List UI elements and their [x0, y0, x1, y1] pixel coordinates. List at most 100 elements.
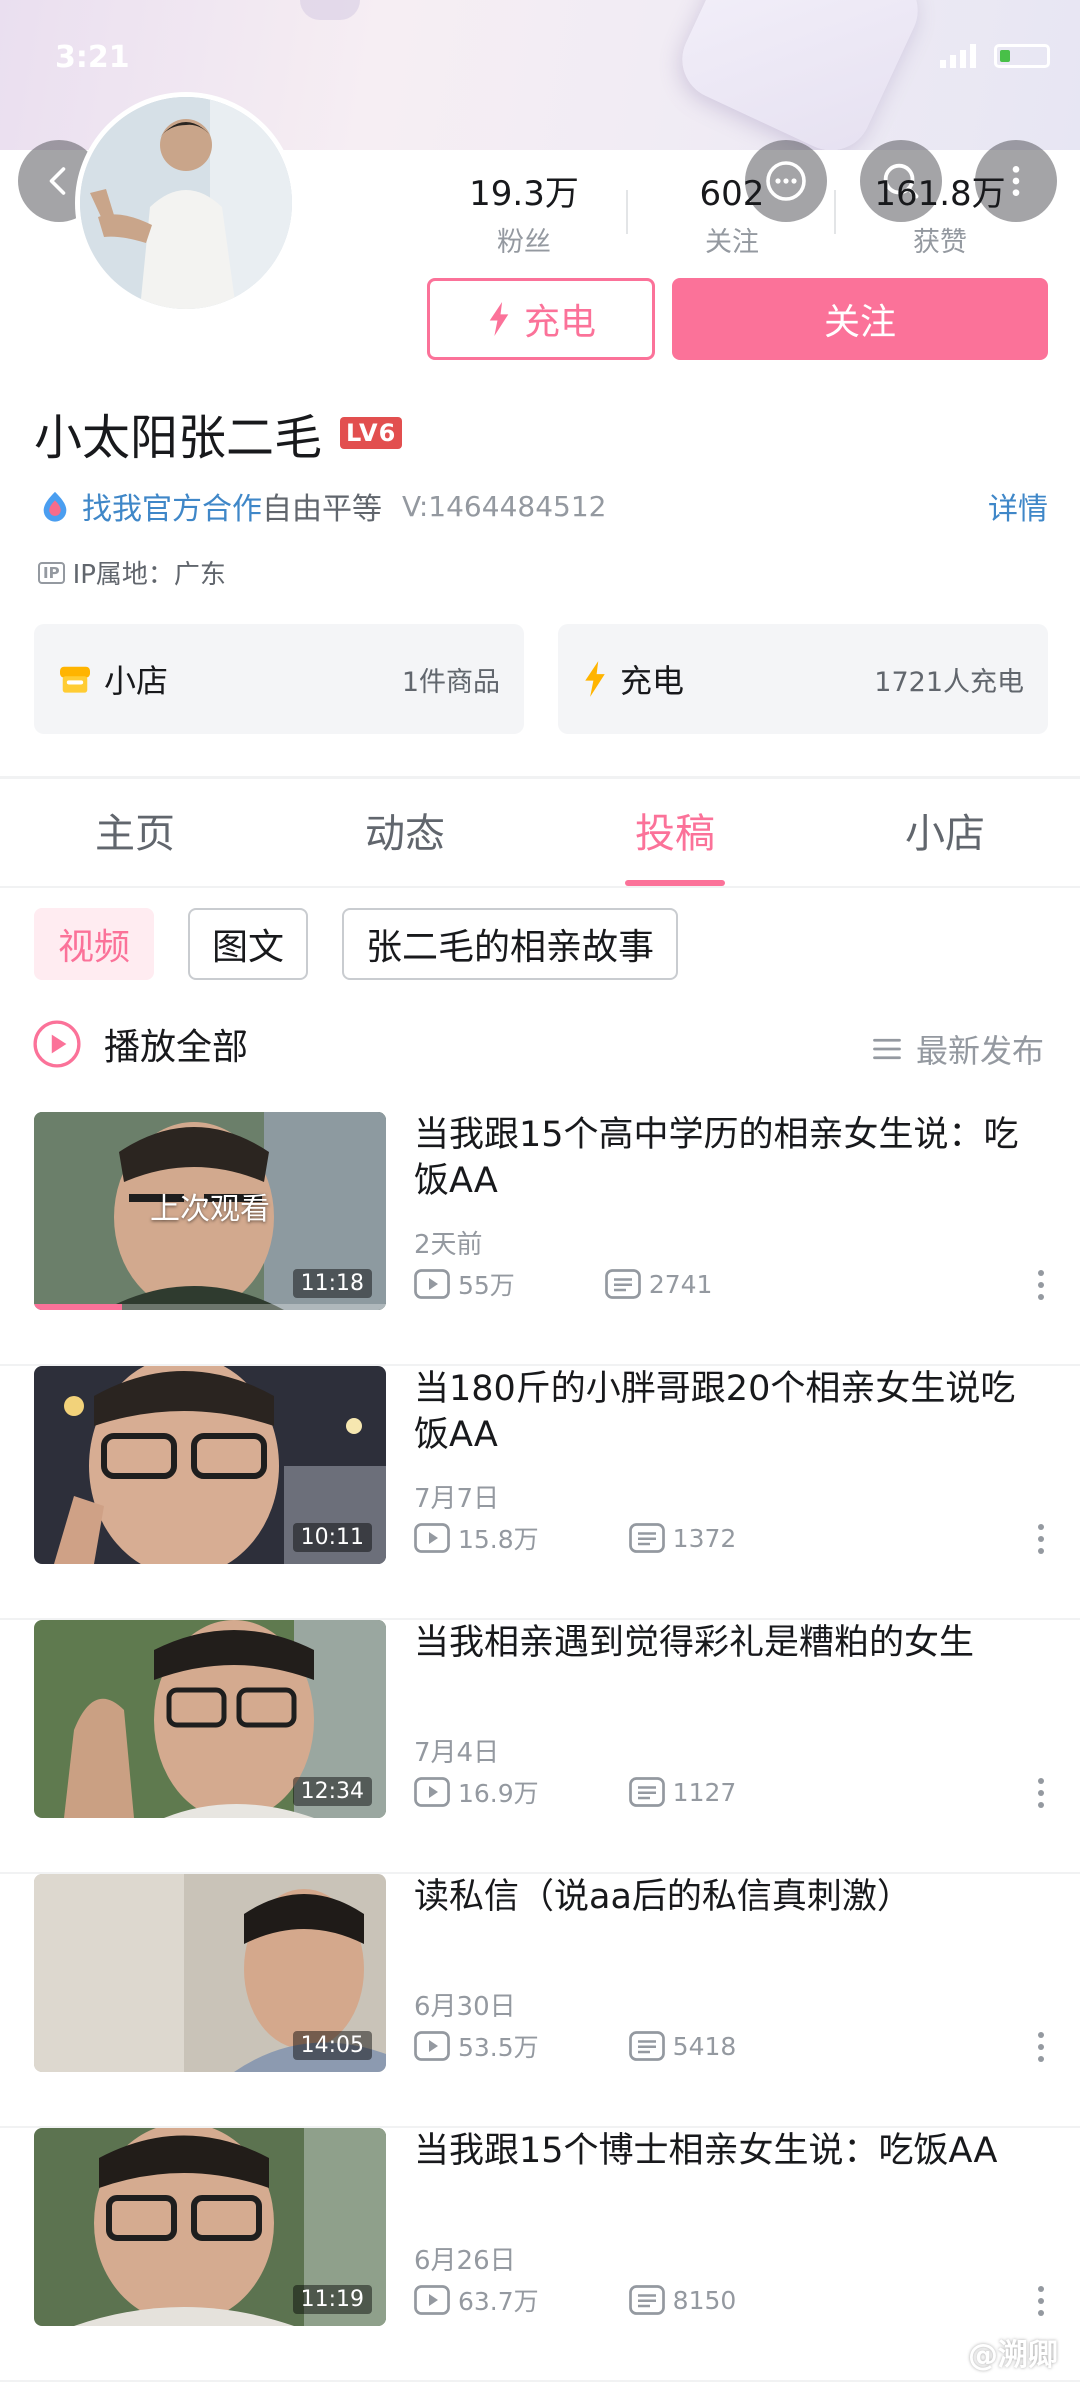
- video-stats: 63.7万 8150: [414, 2282, 736, 2318]
- video-title[interactable]: 读私信（说aa后的私信真刺激）: [414, 1874, 1044, 1920]
- video-stats: 15.8万 1372: [414, 1520, 736, 1556]
- play-count-icon: [414, 1269, 450, 1299]
- comment-count-icon: [628, 2031, 665, 2061]
- view-count: 63.7万: [458, 2287, 539, 2316]
- video-title[interactable]: 当我跟15个高中学历的相亲女生说：吃饭AA: [414, 1112, 1044, 1204]
- video-item[interactable]: 14:05 读私信（说aa后的私信真刺激） 6月30日 53.5万 5418: [0, 1874, 1080, 2128]
- last-watched-overlay: 上次观看: [150, 1192, 270, 1227]
- video-stats: 53.5万 5418: [414, 2028, 736, 2064]
- charge-card-meta: 1721人充电: [874, 666, 1024, 698]
- sort-list-icon: [873, 1038, 901, 1060]
- stat-label: 获赞: [913, 227, 967, 258]
- follow-button[interactable]: 关注: [672, 278, 1048, 360]
- stat-likes[interactable]: 161.8万 获赞: [836, 172, 1044, 259]
- play-all-label: 播放全部: [104, 1027, 249, 1068]
- comment-count: 1127: [672, 1777, 737, 1807]
- video-thumbnail[interactable]: 10:11: [34, 1366, 386, 1564]
- video-date: 6月30日: [414, 1992, 516, 2022]
- video-more-button[interactable]: [1038, 1270, 1044, 1300]
- cooperation-link[interactable]: 找我官方合作: [82, 484, 262, 528]
- tab-posts[interactable]: 投稿: [540, 780, 810, 886]
- view-count: 53.5万: [458, 2033, 539, 2062]
- chevron-left-icon: [49, 167, 66, 195]
- play-count-icon: [414, 1777, 450, 1807]
- play-all-button[interactable]: 播放全部: [32, 1018, 248, 1070]
- comment-count-icon: [628, 1523, 665, 1553]
- video-duration: 12:34: [292, 1777, 372, 1806]
- sort-label: 最新发布: [915, 1032, 1044, 1070]
- video-stats: 16.9万 1127: [414, 1774, 736, 1810]
- video-title[interactable]: 当我跟15个博士相亲女生说：吃饭AA: [414, 2128, 1044, 2174]
- filter-collection[interactable]: 张二毛的相亲故事: [342, 908, 679, 980]
- status-time: 3:21: [55, 40, 130, 75]
- video-more-button[interactable]: [1038, 1778, 1044, 1808]
- filter-video[interactable]: 视频: [34, 908, 155, 980]
- video-item[interactable]: 上次观看 11:18 当我跟15个高中学历的相亲女生说：吃饭AA 2天前 55万…: [0, 1112, 1080, 1366]
- follow-button-label: 关注: [823, 302, 896, 343]
- service-cards: 小店 1件商品 充电 1721人充电: [34, 624, 1048, 734]
- comment-count: 5418: [672, 2031, 737, 2061]
- watermark: @溯卿: [968, 2338, 1058, 2373]
- detail-link[interactable]: 详情: [988, 484, 1048, 528]
- video-thumbnail[interactable]: 11:19: [34, 2128, 386, 2326]
- video-thumbnail[interactable]: 上次观看 11:18: [34, 1112, 386, 1310]
- stat-following[interactable]: 602 关注: [628, 172, 836, 259]
- charge-card[interactable]: 充电 1721人充电: [558, 624, 1048, 734]
- filter-article[interactable]: 图文: [188, 908, 309, 980]
- tab-home[interactable]: 主页: [0, 780, 270, 886]
- section-divider: [0, 776, 1080, 779]
- view-count: 16.9万: [458, 1779, 539, 1808]
- status-icons: [940, 44, 1050, 68]
- shop-card[interactable]: 小店 1件商品: [34, 624, 524, 734]
- username: 小太阳张二毛 LV6: [34, 398, 403, 468]
- video-more-button[interactable]: [1038, 2032, 1044, 2062]
- content-filters: 视频 图文 张二毛的相亲故事: [34, 908, 679, 980]
- video-date: 6月26日: [414, 2246, 516, 2276]
- signal-icon: [940, 44, 980, 68]
- ip-location: IP IP属地：广东: [38, 554, 226, 591]
- video-more-button[interactable]: [1038, 2286, 1044, 2316]
- play-count-icon: [414, 2285, 450, 2315]
- profile-stats: 19.3万 粉丝 602 关注 161.8万 获赞: [420, 172, 1060, 259]
- comment-count: 2741: [648, 1269, 713, 1299]
- play-count-icon: [414, 2031, 450, 2061]
- view-count: 55万: [458, 1271, 515, 1300]
- video-item[interactable]: 10:11 当180斤的小胖哥跟20个相亲女生说吃饭AA 7月7日 15.8万 …: [0, 1366, 1080, 1620]
- video-item[interactable]: 12:34 当我相亲遇到觉得彩礼是糟粕的女生 7月4日 16.9万 1127: [0, 1620, 1080, 1874]
- tab-shop[interactable]: 小店: [810, 780, 1080, 886]
- bio-text: 自由平等: [262, 492, 382, 527]
- play-count-icon: [414, 1523, 450, 1553]
- avatar-photo: [80, 97, 292, 309]
- tab-dynamic[interactable]: 动态: [270, 780, 540, 886]
- charge-card-title: 充电: [620, 662, 685, 700]
- avatar[interactable]: [75, 92, 297, 314]
- stat-label: 粉丝: [497, 227, 551, 258]
- lightning-icon: [582, 661, 608, 697]
- username-text: 小太阳张二毛: [34, 410, 323, 466]
- shop-icon: [58, 664, 92, 694]
- video-thumbnail[interactable]: 14:05: [34, 1874, 386, 2072]
- comment-count-icon: [628, 1777, 665, 1807]
- stat-value: 602: [699, 174, 765, 214]
- stat-label: 关注: [705, 227, 759, 258]
- sort-button[interactable]: 最新发布: [872, 1026, 1044, 1072]
- video-duration: 11:19: [292, 2285, 372, 2314]
- shop-card-title: 小店: [104, 662, 169, 700]
- level-badge: LV6: [340, 417, 403, 449]
- video-duration: 10:11: [292, 1523, 372, 1552]
- video-thumbnail[interactable]: 12:34: [34, 1620, 386, 1818]
- video-title[interactable]: 当我相亲遇到觉得彩礼是糟粕的女生: [414, 1620, 1044, 1666]
- watch-progress-fill: [34, 1304, 122, 1310]
- video-title[interactable]: 当180斤的小胖哥跟20个相亲女生说吃饭AA: [414, 1366, 1044, 1458]
- view-count: 15.8万: [458, 1525, 539, 1554]
- video-list: 上次观看 11:18 当我跟15个高中学历的相亲女生说：吃饭AA 2天前 55万…: [0, 1112, 1080, 2382]
- stat-fans[interactable]: 19.3万 粉丝: [420, 172, 628, 259]
- banner-decoration: [669, 0, 931, 150]
- charge-button[interactable]: 充电: [427, 278, 655, 360]
- video-more-button[interactable]: [1038, 1524, 1044, 1554]
- video-item[interactable]: 11:19 当我跟15个博士相亲女生说：吃饭AA 6月26日 63.7万 815…: [0, 2128, 1080, 2382]
- watch-progress-bar: [34, 1304, 386, 1310]
- video-date: 7月7日: [414, 1484, 500, 1514]
- video-duration: 14:05: [292, 2031, 372, 2060]
- comment-count: 8150: [672, 2285, 737, 2315]
